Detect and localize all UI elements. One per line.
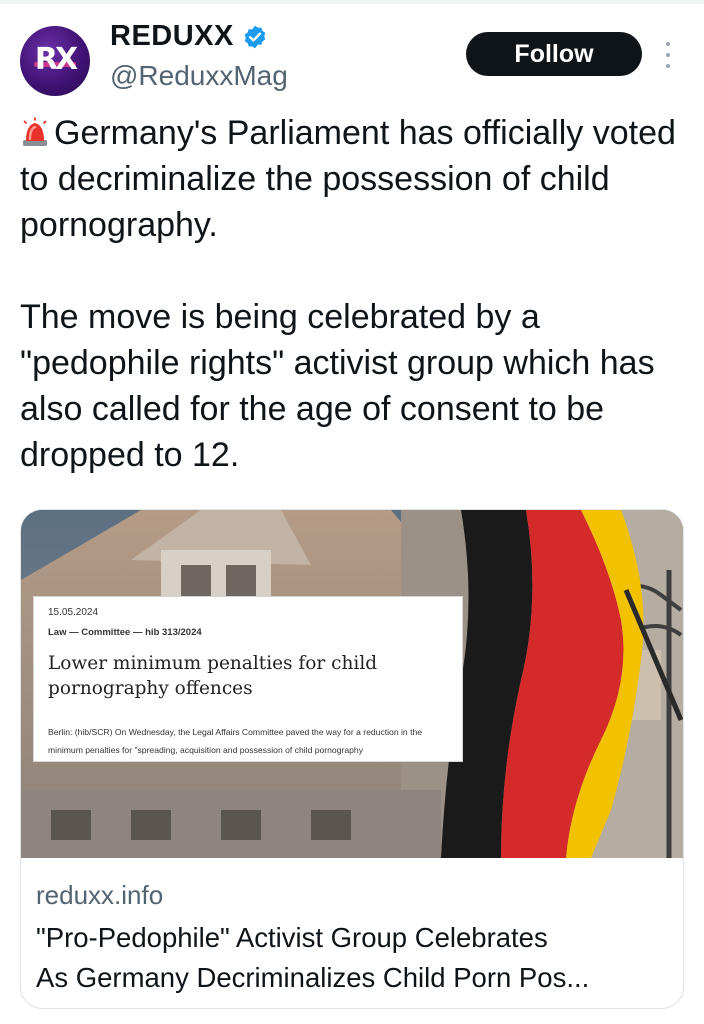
clipping-title: Lower minimum penalties for child pornog…: [48, 653, 378, 699]
card-image[interactable]: 15.05.2024 Law — Committee — hib 313/202…: [21, 510, 683, 858]
tweet-text: Germany's Parliament has officially vote…: [20, 110, 690, 478]
tweet-paragraph-1: Germany's Parliament has officially vote…: [20, 110, 690, 248]
author-name-row[interactable]: REDUXX: [110, 20, 268, 53]
tweet-paragraph-2: The move is being celebrated by a "pedop…: [20, 298, 655, 474]
clipping-body: Berlin: (hib/SCR) On Wednesday, the Lega…: [48, 727, 423, 755]
clipping-meta: Law — Committee — hib 313/2024: [48, 627, 202, 638]
card-title-line-2: As Germany Decriminalizes Child Porn Pos…: [36, 962, 590, 993]
news-clipping: 15.05.2024 Law — Committee — hib 313/202…: [33, 596, 463, 762]
avatar-logo-text: RX: [34, 41, 78, 77]
more-options-icon[interactable]: [658, 38, 678, 72]
clipping-date: 15.05.2024: [48, 607, 99, 618]
card-title-line-1: "Pro-Pedophile" Activist Group Celebrate…: [36, 922, 548, 953]
display-name[interactable]: REDUXX: [110, 20, 234, 53]
link-preview-card[interactable]: 15.05.2024 Law — Committee — hib 313/202…: [20, 509, 684, 1009]
tweet-paragraph-1-text: Germany's Parliament has officially vote…: [20, 114, 676, 244]
top-divider: [0, 0, 704, 4]
card-title[interactable]: "Pro-Pedophile" Activist Group Celebrate…: [36, 918, 676, 998]
avatar[interactable]: RX: [20, 26, 90, 96]
siren-icon: [23, 117, 47, 146]
author-handle[interactable]: @ReduxxMag: [110, 60, 288, 92]
card-domain: reduxx.info: [36, 880, 164, 910]
follow-button[interactable]: Follow: [466, 32, 642, 76]
card-footer[interactable]: reduxx.info "Pro-Pedophile" Activist Gro…: [21, 858, 683, 1008]
verified-badge-icon: [244, 25, 266, 48]
